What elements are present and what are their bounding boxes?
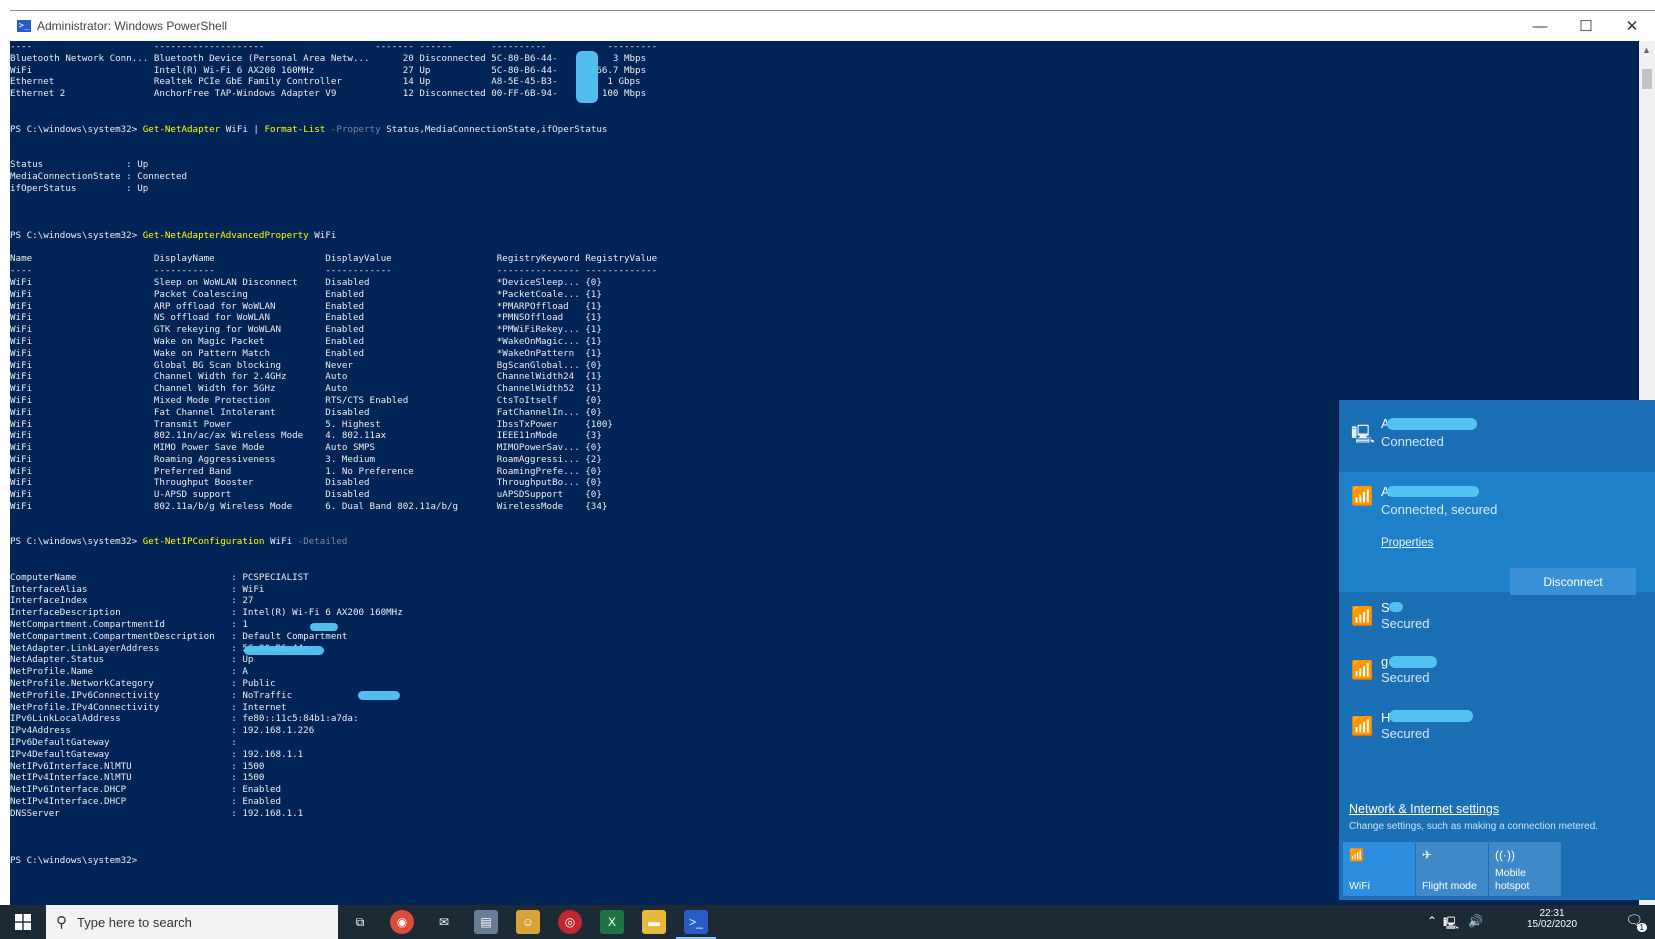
scroll-up-icon[interactable]: ▲	[1642, 45, 1651, 55]
redaction-mark	[1389, 602, 1403, 612]
security-app-icon[interactable]: ◎	[558, 910, 582, 934]
wifi-icon: 📶	[1351, 660, 1374, 680]
redaction-mark	[244, 646, 324, 655]
network-state: Secured	[1381, 726, 1430, 741]
start-button[interactable]	[0, 905, 46, 939]
terminal-line: Ethernet Realtek PCIe GbE Family Control…	[10, 76, 641, 88]
window-title: Administrator: Windows PowerShell	[37, 19, 228, 33]
wifi-icon: 📶	[1351, 716, 1374, 736]
properties-link[interactable]: Properties	[1381, 537, 1433, 549]
terminal-line: WiFi Global BG Scan blocking Never BgSca…	[10, 359, 602, 371]
close-button[interactable]: ✕	[1609, 11, 1655, 41]
network-state: Secured	[1381, 616, 1430, 631]
task-view-icon[interactable]: ⧉	[348, 910, 372, 934]
search-placeholder: Type here to search	[77, 914, 192, 930]
file-explorer-icon[interactable]: ▬	[642, 910, 666, 934]
network-name: g	[1381, 654, 1389, 669]
terminal-line: ---- -------------------- ------- ------…	[10, 41, 658, 52]
quick-action-label: Flight mode	[1422, 880, 1477, 892]
ethernet-icon: 🖳	[1351, 424, 1376, 444]
network-state: Connected, secured	[1381, 502, 1498, 517]
people-app-icon[interactable]: ☺	[516, 910, 540, 934]
network-app-icon[interactable]: ▤	[474, 910, 498, 934]
network-state: Secured	[1381, 670, 1430, 685]
quick-action-wifi[interactable]: 📶 WiFi	[1343, 842, 1415, 896]
quick-action-label: Mobile hotspot	[1495, 867, 1530, 892]
redaction-mark	[1387, 486, 1479, 497]
redaction-mark	[310, 623, 338, 631]
clock[interactable]: 22:31 15/02/2020	[1497, 908, 1607, 930]
redaction-mark	[1389, 710, 1473, 722]
network-item-wifi[interactable]: 📶 S Secured	[1339, 592, 1655, 646]
terminal-line: ---- ----------- ------------ ----------…	[10, 265, 658, 277]
terminal-line: WiFi Wake on Magic Packet Enabled *WakeO…	[10, 335, 602, 347]
terminal-line: WiFi Channel Width for 2.4GHz Auto Chann…	[10, 371, 602, 383]
network-settings-description: Change settings, such as making a connec…	[1349, 821, 1599, 832]
terminal-line: MediaConnectionState : Connected	[10, 170, 188, 182]
terminal-line: Ethernet 2 AnchorFree TAP-Windows Adapte…	[10, 88, 647, 100]
terminal-line: WiFi Packet Coalescing Enabled *PacketCo…	[10, 288, 602, 300]
quick-action-label: WiFi	[1349, 880, 1370, 892]
wifi-icon: 📶	[1351, 486, 1374, 506]
terminal-line: WiFi NS offload for WoWLAN Enabled *PMNS…	[10, 312, 602, 324]
network-item-wifi[interactable]: 📶 H Secured	[1339, 702, 1655, 758]
network-flyout: 🖳 A Connected 📶 A Connected, secured Pro…	[1339, 400, 1655, 900]
taskbar-search-box[interactable]: ⚲ Type here to search	[46, 905, 338, 939]
terminal-line: WiFi Sleep on WoWLAN Disconnect Disabled…	[10, 276, 602, 288]
scroll-thumb[interactable]	[1642, 69, 1652, 89]
network-item-wifi[interactable]: 📶 g Secured	[1339, 646, 1655, 702]
network-state: Connected	[1381, 434, 1444, 449]
redaction-mark	[1387, 418, 1477, 430]
terminal-line: WiFi Intel(R) Wi-Fi 6 AX200 160MHz 27 Up…	[10, 64, 647, 76]
mail-icon[interactable]: ✉	[432, 910, 456, 934]
chevron-up-icon[interactable]: ⌃	[1427, 914, 1437, 928]
taskbar: ⚲ Type here to search ⧉ ◉ ✉ ▤ ☺ ◎ X ▬ >_…	[0, 905, 1655, 939]
terminal-line: Bluetooth Network Conn... Bluetooth Devi…	[10, 52, 647, 64]
airplane-icon: ✈	[1422, 848, 1433, 862]
network-settings-link[interactable]: Network & Internet settings	[1349, 802, 1499, 816]
redaction-mark	[358, 691, 400, 700]
wifi-icon: 📶	[1349, 848, 1364, 862]
terminal-line: Status : Up	[10, 158, 149, 170]
powershell-icon: >_	[17, 20, 31, 32]
redaction-mark	[1389, 656, 1437, 668]
network-tray-icon[interactable]: 🖳	[1443, 914, 1459, 935]
terminal-line: Name DisplayName DisplayValue RegistryKe…	[10, 253, 658, 265]
title-bar[interactable]: >_ Administrator: Windows PowerShell — ☐…	[10, 11, 1655, 41]
quick-action-flight-mode[interactable]: ✈ Flight mode	[1416, 842, 1488, 896]
redaction-mark	[576, 51, 598, 103]
wifi-icon: 📶	[1351, 606, 1374, 626]
terminal-line: PS C:\windows\system32> Get-NetAdapter W…	[10, 123, 608, 135]
minimize-button[interactable]: —	[1517, 11, 1563, 41]
clock-time: 22:31	[1539, 908, 1565, 919]
excel-icon[interactable]: X	[600, 910, 624, 934]
terminal-line: ifOperStatus : Up	[10, 182, 149, 194]
terminal-line: WiFi Wake on Pattern Match Enabled *Wake…	[10, 347, 602, 359]
hotspot-icon: ((·))	[1495, 848, 1515, 862]
terminal-line: WiFi ARP offload for WoWLAN Enabled *PMA…	[10, 300, 602, 312]
terminal-line: WiFi Channel Width for 5GHz Auto Channel…	[10, 383, 602, 395]
network-item-ethernet[interactable]: 🖳 A Connected	[1339, 400, 1655, 472]
quick-action-mobile-hotspot[interactable]: ((·)) Mobile hotspot	[1489, 842, 1561, 896]
maximize-button[interactable]: ☐	[1563, 11, 1609, 41]
search-icon: ⚲	[56, 914, 67, 931]
disconnect-button[interactable]: Disconnect	[1510, 568, 1636, 595]
volume-icon[interactable]: 🔊	[1468, 914, 1483, 928]
notification-badge: 1	[1636, 923, 1647, 932]
clock-date: 15/02/2020	[1526, 919, 1578, 930]
terminal-line: PS C:\windows\system32> Get-NetAdapterAd…	[10, 229, 337, 241]
terminal-line: WiFi GTK rekeying for WoWLAN Enabled *PM…	[10, 324, 602, 336]
powershell-taskbar-icon[interactable]: >_	[684, 910, 708, 934]
chrome-icon[interactable]: ◉	[390, 910, 414, 934]
windows-logo-icon	[15, 914, 31, 930]
